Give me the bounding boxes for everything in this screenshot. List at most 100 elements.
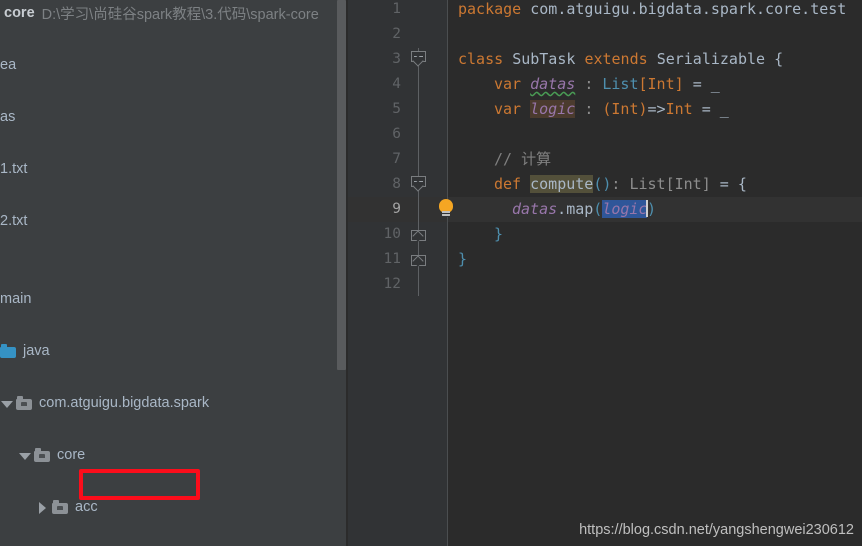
- tree-item-label: main: [0, 291, 32, 307]
- line-number: 11: [383, 251, 401, 267]
- lightbulb-base: [442, 211, 450, 217]
- token-type-int: Int: [611, 100, 639, 118]
- tree-item-idea[interactable]: ea: [0, 52, 348, 78]
- token-field-logic: logic: [530, 100, 576, 118]
- token-colon: :: [584, 100, 594, 118]
- fold-marker-start[interactable]: [411, 51, 426, 67]
- chevron-down-icon[interactable]: [0, 397, 13, 410]
- token-assign: =: [692, 75, 702, 93]
- tree-item-2-txt[interactable]: 2.txt: [0, 208, 348, 234]
- token-method-map: map: [566, 200, 594, 218]
- token-brace-close: }: [494, 225, 504, 243]
- code-line-7[interactable]: // 计算: [494, 147, 551, 172]
- tree-item-label: as: [0, 109, 16, 125]
- line-number: 9: [392, 201, 401, 217]
- token-arg-logic: logic: [602, 200, 648, 218]
- token-keyword-package: package: [458, 0, 522, 18]
- token-method-compute: compute: [530, 175, 594, 193]
- token-type-list: List: [602, 75, 639, 93]
- token-assign: =: [719, 175, 729, 193]
- code-editor[interactable]: 1 2 3 4 5 6 7 8 9 10 11 12 package com.a…: [348, 0, 862, 546]
- token-paren-open: (: [593, 200, 603, 218]
- code-line-3[interactable]: class SubTask extends Serializable {: [458, 47, 783, 72]
- token-brace-open: {: [774, 50, 784, 68]
- token-keyword-extends: extends: [584, 50, 648, 68]
- code-line-4[interactable]: var datas : List[Int] = _: [494, 72, 720, 97]
- token-assign: =: [701, 100, 711, 118]
- token-field-datas: datas: [530, 75, 576, 93]
- tree-item-label: core: [57, 447, 86, 463]
- package-icon: [16, 395, 33, 411]
- code-line-10[interactable]: }: [494, 222, 503, 247]
- tree-item-label: 2.txt: [0, 213, 28, 229]
- token-keyword-var: var: [494, 100, 522, 118]
- token-parens: (): [593, 175, 612, 193]
- lightbulb-icon[interactable]: [436, 199, 456, 219]
- line-number: 3: [392, 51, 401, 67]
- watermark-text: https://blog.csdn.net/yangshengwei230612: [579, 522, 854, 538]
- tree-root-path: D:\学习\尚硅谷spark教程\3.代码\spark-core: [41, 6, 319, 23]
- tree-item-java[interactable]: java: [0, 338, 348, 364]
- token-bracket-open: [: [638, 75, 648, 93]
- code-line-8[interactable]: def compute(): List[Int] = {: [494, 172, 747, 197]
- line-number: 5: [392, 101, 401, 117]
- tree-item-main[interactable]: main: [0, 286, 348, 312]
- chevron-right-icon[interactable]: [36, 501, 49, 514]
- token-field-datas: datas: [512, 200, 558, 218]
- line-number: 2: [392, 26, 401, 42]
- token-superclass: Serializable: [656, 50, 766, 68]
- tree-item-label: ea: [0, 57, 17, 73]
- package-icon: [52, 499, 69, 515]
- source-folder-icon: [0, 343, 17, 359]
- token-paren-close: ): [646, 200, 656, 218]
- line-number: 10: [383, 226, 401, 242]
- token-arrow: =>: [647, 100, 666, 118]
- chevron-down-icon[interactable]: [18, 449, 31, 462]
- line-number: 8: [392, 176, 401, 192]
- token-brace-close: }: [458, 250, 468, 268]
- code-line-1[interactable]: package com.atguigu.bigdata.spark.core.t…: [458, 0, 846, 22]
- token-comment: // 计算: [494, 150, 552, 168]
- tree-item-label: acc: [75, 499, 98, 515]
- token-paren-close: ): [638, 100, 648, 118]
- token-class-name: SubTask: [512, 50, 576, 68]
- tree-item-acc[interactable]: acc: [0, 494, 348, 520]
- project-tree-panel[interactable]: core D:\学习\尚硅谷spark教程\3.代码\spark-core ea…: [0, 0, 348, 546]
- line-number: 4: [392, 76, 401, 92]
- token-keyword-class: class: [458, 50, 504, 68]
- package-icon: [34, 447, 51, 463]
- line-number: 1: [392, 1, 401, 17]
- token-keyword-def: def: [494, 175, 522, 193]
- token-type-int: Int: [647, 75, 675, 93]
- fold-marker-end[interactable]: [411, 255, 426, 270]
- token-bracket-close: ]: [674, 75, 684, 93]
- tree-item-label: 1.txt: [0, 161, 28, 177]
- token-dot: .: [557, 200, 567, 218]
- gutter-edge: [447, 0, 448, 546]
- line-number: 6: [392, 126, 401, 142]
- token-package-path: com.atguigu.bigdata.spark.core.test: [530, 0, 847, 18]
- tree-item-1-txt[interactable]: 1.txt: [0, 156, 348, 182]
- code-line-9[interactable]: datas.map(logic): [512, 197, 656, 222]
- tree-item-datas[interactable]: as: [0, 104, 348, 130]
- code-line-11[interactable]: }: [458, 247, 467, 272]
- code-line-5[interactable]: var logic : (Int)=>Int = _: [494, 97, 729, 122]
- token-type-int: Int: [665, 100, 693, 118]
- tree-root-row[interactable]: core D:\学习\尚硅谷spark教程\3.代码\spark-core: [0, 0, 348, 26]
- token-type-list: List: [629, 175, 666, 193]
- tree-scrollbar-thumb[interactable]: [337, 0, 346, 370]
- token-underscore: _: [719, 100, 729, 118]
- token-keyword-var: var: [494, 75, 522, 93]
- fold-marker-end[interactable]: [411, 230, 426, 245]
- tree-item-core[interactable]: core: [0, 442, 348, 468]
- tree-item-com-atguigu-bigdata-spark[interactable]: com.atguigu.bigdata.spark: [0, 390, 348, 416]
- line-number: 7: [392, 151, 401, 167]
- token-bracket-open: [: [665, 175, 675, 193]
- fold-marker-start[interactable]: [411, 176, 426, 192]
- token-colon: :: [584, 75, 594, 93]
- tree-item-label: com.atguigu.bigdata.spark: [39, 395, 210, 411]
- token-bracket-close: ]: [701, 175, 711, 193]
- tree-root-label: core: [4, 5, 35, 21]
- token-type-int: Int: [674, 175, 702, 193]
- tree-item-label: java: [23, 343, 50, 359]
